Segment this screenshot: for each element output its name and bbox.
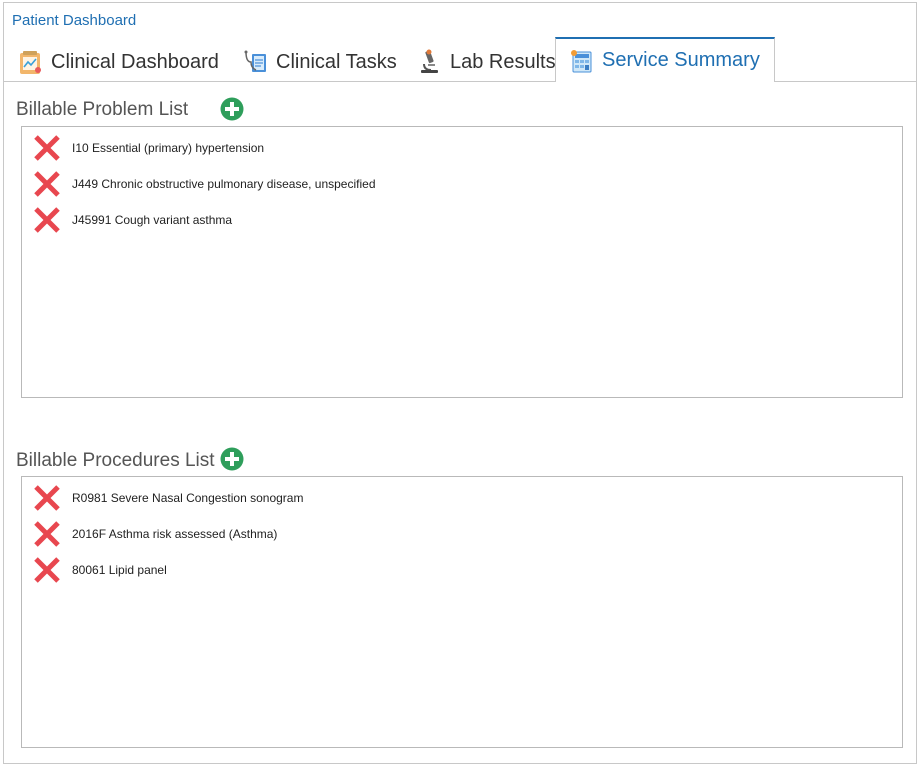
delete-procedure-button[interactable] (32, 519, 62, 549)
problem-text: J45991 Cough variant asthma (72, 213, 233, 227)
problem-row: J449 Chronic obstructive pulmonary disea… (22, 166, 902, 202)
procedure-row: R0981 Severe Nasal Congestion sonogram (22, 480, 902, 516)
problem-row: I10 Essential (primary) hypertension (22, 130, 902, 166)
procedure-list-title: Billable Procedures List (16, 450, 215, 471)
tab-bar: Clinical Dashboard Clinical Tasks Lab Re… (4, 37, 916, 82)
add-procedure-button[interactable] (220, 447, 244, 471)
patient-dashboard-window: Patient Dashboard Clinical Dashboard Cli… (3, 2, 917, 764)
problem-text: I10 Essential (primary) hypertension (72, 141, 265, 155)
tab-clinical-tasks[interactable]: Clinical Tasks (242, 43, 397, 81)
tab-label: Lab Results (450, 50, 556, 73)
tab-label: Clinical Dashboard (51, 50, 219, 73)
tab-clinical-dashboard[interactable]: Clinical Dashboard (17, 43, 219, 81)
delete-problem-button[interactable] (32, 205, 62, 235)
clipboard-chart-icon (20, 51, 41, 74)
problem-text: J449 Chronic obstructive pulmonary disea… (72, 177, 376, 191)
delete-procedure-button[interactable] (32, 555, 62, 585)
stethoscope-tasks-icon (244, 50, 266, 72)
delete-problem-button[interactable] (32, 133, 62, 163)
tab-service-summary[interactable]: Service Summary (555, 37, 775, 82)
tab-label: Service Summary (602, 49, 760, 71)
procedure-row: 80061 Lipid panel (22, 552, 902, 588)
problem-list-title: Billable Problem List (16, 99, 189, 120)
procedure-row: 2016F Asthma risk assessed (Asthma) (22, 516, 902, 552)
app-title: Patient Dashboard (12, 12, 137, 29)
problem-list: I10 Essential (primary) hypertension J44… (21, 126, 903, 398)
calculator-summary-icon (571, 49, 592, 72)
tab-lab-results[interactable]: Lab Results (416, 43, 556, 81)
microscope-icon (421, 49, 438, 73)
procedure-text: R0981 Severe Nasal Congestion sonogram (72, 491, 304, 505)
delete-procedure-button[interactable] (32, 483, 62, 513)
tab-label: Clinical Tasks (276, 50, 397, 73)
procedure-list: R0981 Severe Nasal Congestion sonogram 2… (21, 476, 903, 748)
problem-row: J45991 Cough variant asthma (22, 202, 902, 238)
delete-problem-button[interactable] (32, 169, 62, 199)
procedure-text: 80061 Lipid panel (72, 563, 167, 577)
add-problem-button[interactable] (220, 97, 244, 121)
procedure-text: 2016F Asthma risk assessed (Asthma) (72, 527, 278, 541)
